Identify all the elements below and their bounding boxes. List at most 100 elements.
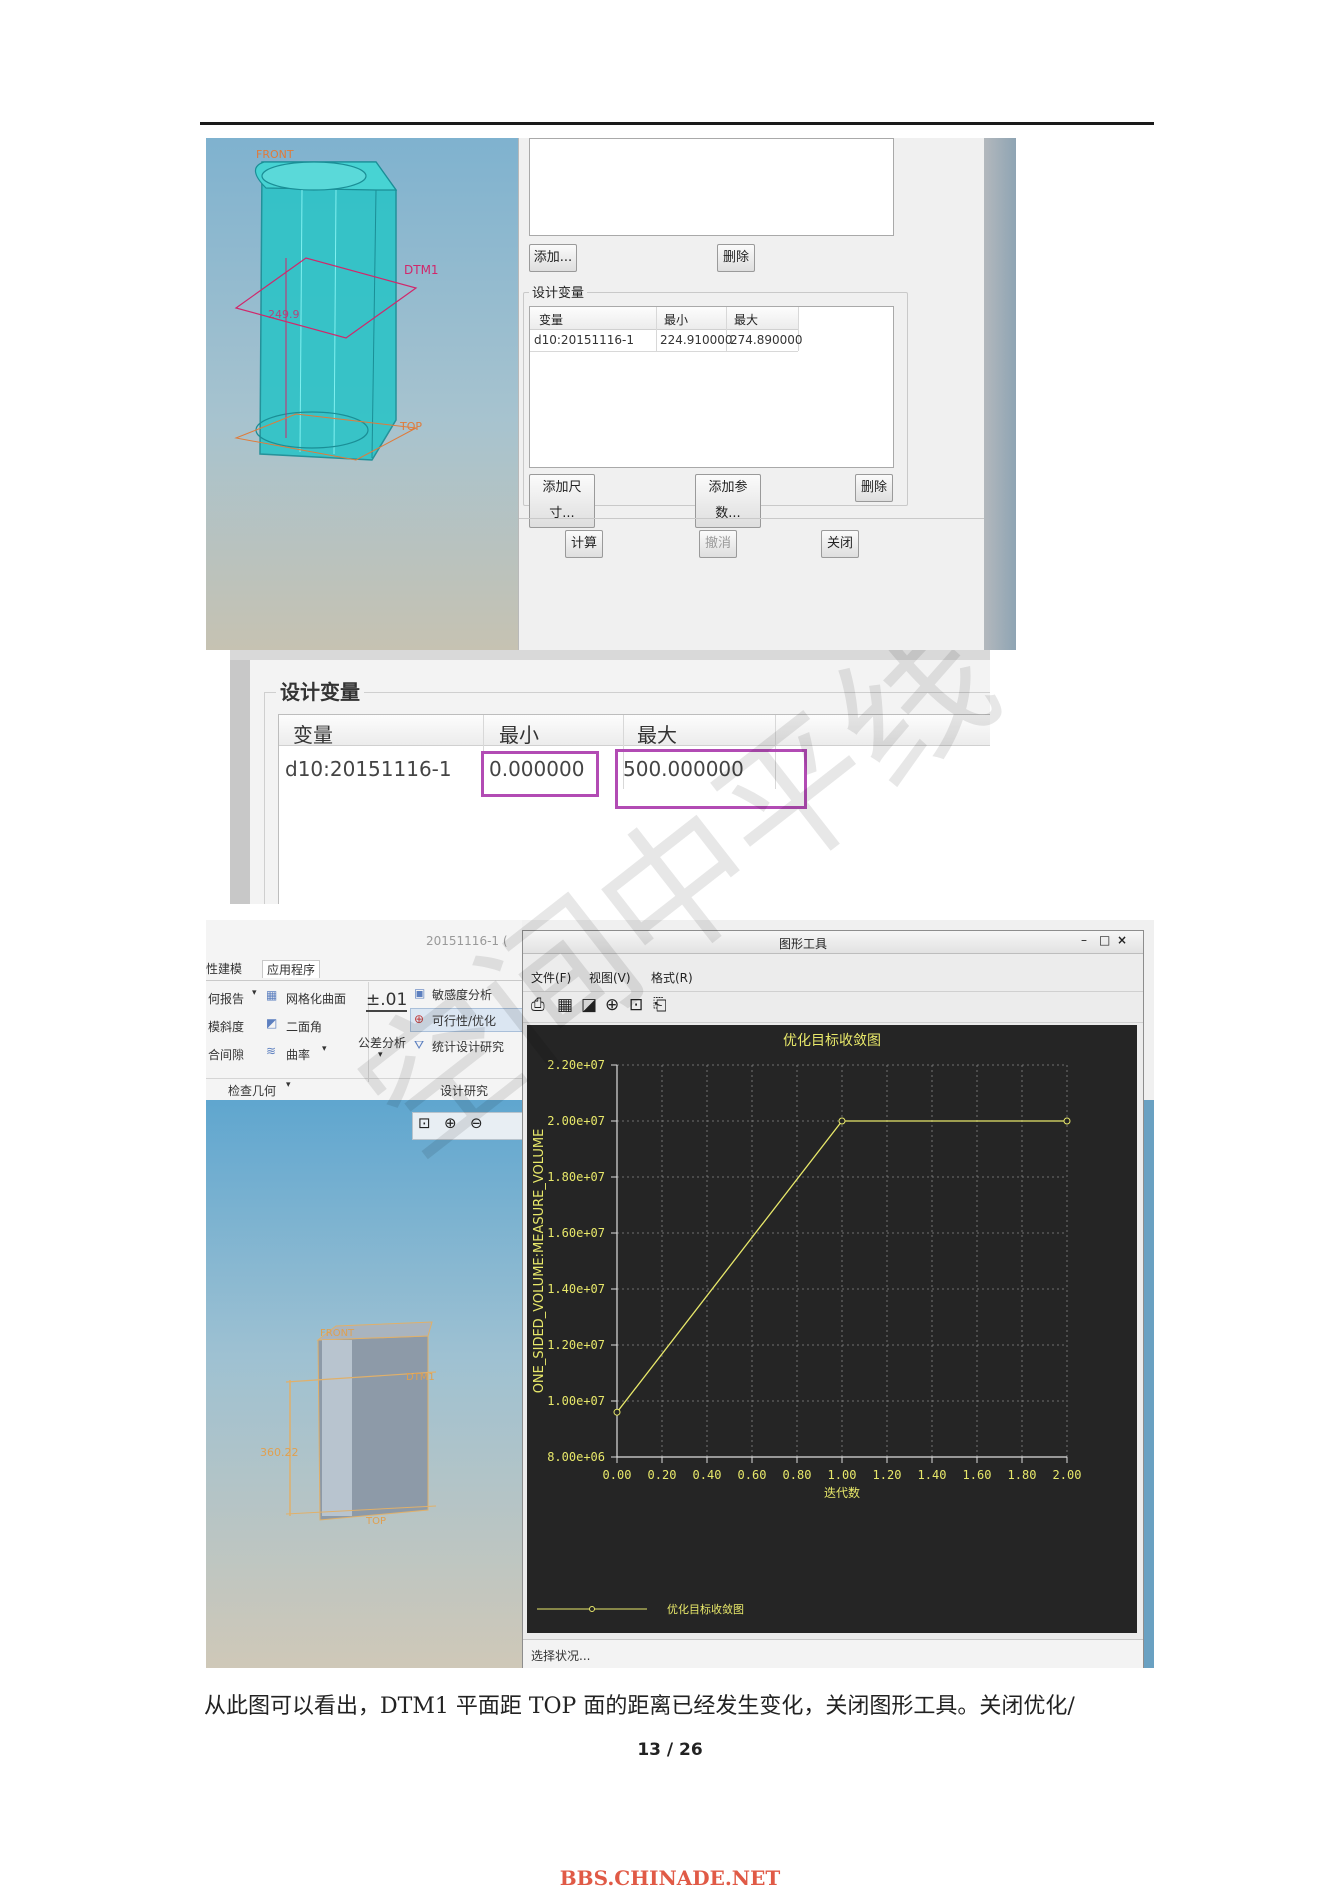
zoom-header-variable: 变量 (293, 723, 333, 747)
feasibility-item[interactable]: 可行性/优化 (432, 1012, 496, 1029)
curvature-icon: ≋ (266, 1044, 277, 1058)
menu-format[interactable]: 格式(R) (651, 969, 693, 986)
legend-label: 优化目标收敛图 (667, 1602, 744, 1616)
header-min: 最小 (664, 313, 689, 327)
tolerance-icon: ±.01 (366, 990, 408, 1012)
curvature-item[interactable]: 曲率 (286, 1046, 310, 1063)
dihedral-icon: ◩ (266, 1016, 278, 1030)
add-button[interactable]: 添加... (529, 244, 577, 272)
model-drawing-2: 360.22 FRONT DTM1 TOP (260, 1321, 437, 1527)
x-tick-label: 0.60 (738, 1468, 767, 1482)
screenshot-graph-tool: 20151116-1 ( 性建模 应用程序 何报告 ▾ 模斜度 合间隙 ▦ 网格… (206, 920, 1154, 1668)
report-item[interactable]: 何报告 (208, 990, 244, 1007)
menu-view[interactable]: 视图(V) (589, 969, 631, 986)
x-tick-label: 0.20 (648, 1468, 677, 1482)
x-tick-label: 0.80 (783, 1468, 812, 1482)
top-label-2: TOP (365, 1516, 386, 1527)
app-title: 20151116-1 ( (426, 934, 508, 948)
row-max[interactable]: 274.890000 (730, 333, 803, 347)
maximize-icon[interactable]: □ (1099, 933, 1110, 947)
x-tick-label: 2.00 (1053, 1468, 1082, 1482)
y-tick-label: 1.00e+07 (547, 1394, 605, 1408)
statistical-item[interactable]: 统计设计研究 (432, 1038, 504, 1055)
zoom-fit-graph-icon[interactable]: ⊡ (629, 995, 643, 1015)
legend-marker (589, 1606, 595, 1612)
mesh-icon: ▦ (266, 988, 278, 1002)
header-max: 最大 (734, 313, 759, 327)
x-tick-label: 1.20 (873, 1468, 902, 1482)
minimize-icon[interactable]: – (1081, 933, 1087, 947)
chart-title: 优化目标收敛图 (783, 1033, 881, 1049)
clearance-item[interactable]: 合间隙 (208, 1046, 244, 1063)
page-number: 13 / 26 (637, 1740, 703, 1760)
tolerance-item[interactable]: 公差分析 (358, 1034, 406, 1051)
tab-applications[interactable]: 应用程序 (262, 960, 321, 978)
row-min[interactable]: 224.910000 (660, 333, 733, 347)
print-icon[interactable]: ⎙ (531, 995, 545, 1015)
menu-file[interactable]: 文件(F) (531, 969, 571, 986)
ribbon: 20151116-1 ( 性建模 应用程序 何报告 ▾ 模斜度 合间隙 ▦ 网格… (206, 920, 524, 1100)
delete-button[interactable]: 删除 (717, 244, 755, 272)
sensitivity-icon: ▣ (414, 986, 426, 1000)
zoom-row-variable[interactable]: d10:20151116-1 (285, 757, 452, 781)
close-button[interactable]: 关闭 (821, 530, 859, 558)
zoom-edge (230, 650, 250, 904)
tab-model[interactable]: 性建模 (206, 960, 242, 977)
zoom-group-label: 设计变量 (276, 676, 364, 705)
model-viewport: DTM1 249.9 TOP FRONT (206, 138, 518, 650)
y-tick-label: 1.20e+07 (547, 1338, 605, 1352)
goal-list-box[interactable] (529, 138, 894, 236)
y-tick-label: 1.40e+07 (547, 1282, 605, 1296)
export-icon[interactable]: ⎗ (653, 995, 667, 1015)
optimization-panel: 添加... 删除 设计变量 变量 最小 最大 d10:20151116-1 22… (518, 138, 1016, 650)
dihedral-item[interactable]: 二面角 (286, 1018, 322, 1035)
group-check-dropdown-icon[interactable]: ▾ (286, 1080, 291, 1090)
delete-var-button[interactable]: 删除 (855, 474, 893, 502)
grid-icon[interactable]: ▦ (557, 995, 573, 1015)
design-vars-label: 设计变量 (529, 282, 588, 301)
close-icon[interactable]: × (1117, 933, 1127, 947)
y-tick-label: 2.20e+07 (547, 1058, 605, 1072)
model-viewport-2: ⊡ ⊕ ⊖ 360.22 FRONT DTM1 TOP (206, 1100, 524, 1668)
model-drawing: DTM1 249.9 TOP FRONT (234, 148, 439, 461)
format-icon[interactable]: ◪ (581, 995, 597, 1015)
zoom-row-min[interactable]: 0.000000 (489, 757, 584, 781)
graph-statusbar (523, 1639, 1143, 1668)
header-rule (200, 122, 1154, 125)
data-point (1063, 1117, 1071, 1125)
zoom-row-max[interactable]: 500.000000 (623, 757, 744, 781)
add-dimension-button[interactable]: 添加尺寸... (529, 474, 595, 528)
mesh-item[interactable]: 网格化曲面 (286, 990, 346, 1007)
group-design-study: 设计研究 (440, 1084, 489, 1098)
statistical-icon: ⛛ (414, 1038, 425, 1052)
design-vars-table: 变量 最小 最大 d10:20151116-1 224.910000 274.8… (529, 306, 894, 468)
draft-item[interactable]: 模斜度 (208, 1018, 244, 1035)
status-text: 选择状况... (531, 1649, 591, 1663)
row-variable[interactable]: d10:20151116-1 (534, 333, 634, 347)
add-parameter-button[interactable]: 添加参数... (695, 474, 761, 528)
chart-y-axis-label: ONE_SIDED_VOLUME:MEASURE_VOLUME (532, 1129, 547, 1394)
report-dropdown-icon[interactable]: ▾ (252, 988, 257, 998)
top-label: TOP (399, 420, 422, 433)
dtm1-label-2: DTM1 (406, 1372, 435, 1383)
x-tick-label: 0.00 (603, 1468, 632, 1482)
y-tick-label: 8.00e+06 (547, 1450, 605, 1464)
background-strip (984, 138, 1016, 650)
front-label-2: FRONT (320, 1328, 355, 1339)
zoom-table: 变量 最小 最大 d10:20151116-1 0.000000 500.000… (278, 714, 990, 904)
curvature-dropdown-icon[interactable]: ▾ (322, 1044, 327, 1054)
zoom-header-min: 最小 (499, 723, 539, 747)
x-tick-label: 1.00 (828, 1468, 857, 1482)
chart-x-axis-label: 迭代数 (824, 1485, 860, 1500)
compute-button[interactable]: 计算 (565, 530, 603, 558)
screenshot-design-vars-zoom: 设计变量 变量 最小 最大 d10:20151116-1 0.000000 50… (230, 650, 990, 904)
screenshot-optimization-dialog: DTM1 249.9 TOP FRONT 添加... 删除 设计变量 变量 最小… (206, 138, 1016, 650)
sensitivity-item[interactable]: 敏感度分析 (432, 986, 492, 1003)
y-tick-label: 2.00e+07 (547, 1114, 605, 1128)
zoom-in-graph-icon[interactable]: ⊕ (605, 995, 619, 1015)
feasibility-icon: ⊕ (414, 1012, 425, 1026)
convergence-chart: 优化目标收敛图 ONE_SIDED_VOLUME:MEASURE_VOLUME … (527, 1025, 1137, 1633)
zoom-header-max: 最大 (637, 723, 677, 747)
graph-tool-window: 图形工具 – □ × 文件(F) 视图(V) 格式(R) ⎙ ▦ ◪ ⊕ ⊡ ⎗… (522, 930, 1144, 1668)
tolerance-dropdown-icon[interactable]: ▾ (378, 1050, 383, 1060)
